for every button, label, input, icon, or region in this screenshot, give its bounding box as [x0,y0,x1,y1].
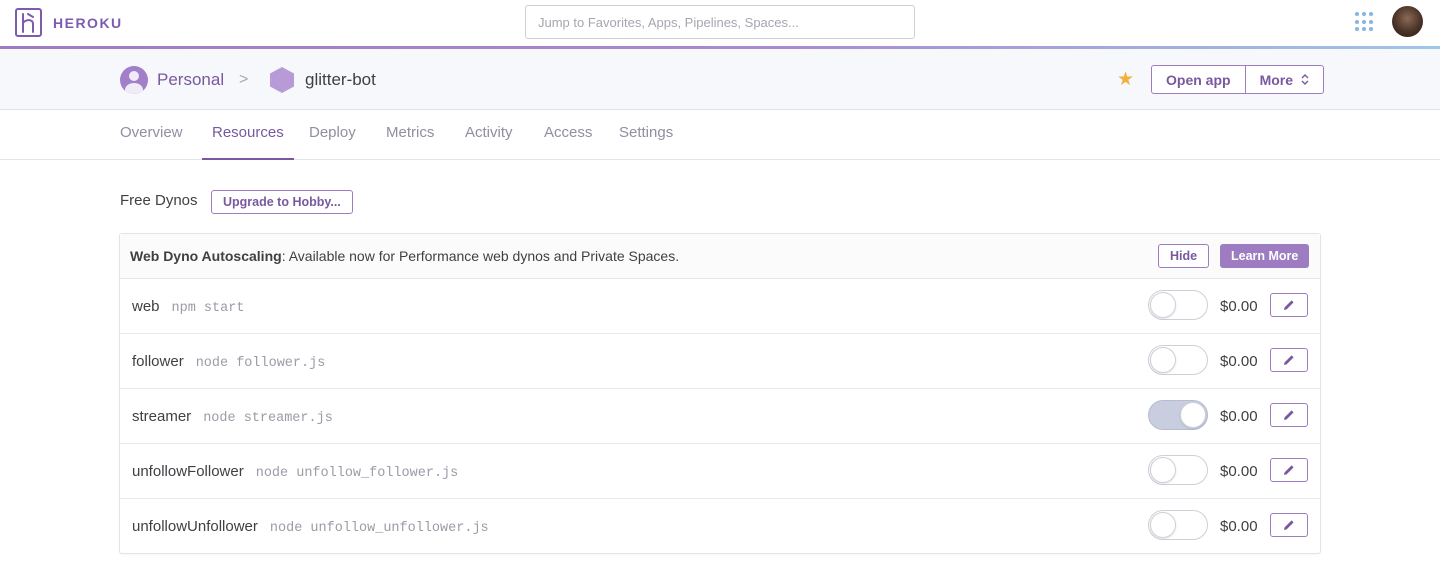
user-avatar[interactable] [1392,6,1423,37]
pencil-icon [1284,465,1294,475]
toggle-knob [1180,402,1206,428]
dyno-row: follower node follower.js $0.00 [120,334,1320,389]
app-hexagon-icon [270,66,294,93]
banner-title: Web Dyno Autoscaling [130,248,282,264]
learn-more-button[interactable]: Learn More [1220,244,1310,268]
search-input[interactable] [525,5,915,39]
toggle-knob [1150,347,1176,373]
dyno-panel: Web Dyno Autoscaling: Available now for … [119,233,1321,554]
dyno-row: unfollowUnfollower node unfollow_unfollow… [120,499,1320,554]
app-tabs: Overview Resources Deploy Metrics Activi… [0,110,1440,160]
pencil-icon [1284,520,1294,530]
pencil-icon [1284,300,1294,310]
favorite-star-icon[interactable]: ★ [1117,68,1134,91]
toggle-knob [1150,292,1176,318]
heroku-wordmark: HEROKU [53,14,123,31]
process-command: npm start [171,301,245,316]
dyno-price: $0.00 [1220,408,1258,425]
chevron-updown-icon [1301,74,1309,85]
autoscaling-banner: Web Dyno Autoscaling: Available now for … [120,234,1320,279]
tab-deploy[interactable]: Deploy [309,110,356,160]
apps-grid-icon[interactable] [1355,12,1375,32]
dyno-toggle[interactable] [1148,345,1208,375]
edit-button[interactable] [1270,293,1308,317]
banner-text: Web Dyno Autoscaling: Available now for … [130,248,679,264]
dyno-toggle[interactable] [1148,455,1208,485]
open-app-button[interactable]: Open app [1152,66,1245,93]
dyno-type-label: Free Dynos [120,192,198,209]
dyno-price: $0.00 [1220,353,1258,370]
process-command: node follower.js [195,356,326,371]
edit-button[interactable] [1270,348,1308,372]
heroku-logo-icon [15,8,42,37]
dyno-price: $0.00 [1220,298,1258,315]
process-name: unfollowFollower [132,463,244,480]
tab-metrics[interactable]: Metrics [386,110,434,160]
toggle-knob [1150,457,1176,483]
process-command: node streamer.js [203,411,333,426]
pencil-icon [1284,410,1294,420]
breadcrumb-owner-label: Personal [157,69,225,89]
tab-activity[interactable]: Activity [465,110,513,160]
dyno-price: $0.00 [1220,518,1258,535]
breadcrumb-owner[interactable]: Personal [120,49,224,110]
dyno-row: streamer node streamer.js $0.00 [120,389,1320,444]
breadcrumb-app: glitter-bot [269,49,376,110]
edit-button[interactable] [1270,513,1308,537]
upgrade-button[interactable]: Upgrade to Hobby... [211,190,353,214]
person-icon [120,65,148,94]
edit-button[interactable] [1270,403,1308,427]
tab-overview[interactable]: Overview [120,110,183,160]
heroku-logo[interactable]: HEROKU [15,8,123,37]
top-navbar: HEROKU [0,0,1440,46]
dyno-toggle[interactable] [1148,510,1208,540]
process-command: node unfollow_follower.js [255,466,459,481]
process-name: web [132,298,160,315]
tab-settings[interactable]: Settings [619,110,673,160]
chevron-right-icon: > [239,70,249,88]
hide-button[interactable]: Hide [1158,244,1210,268]
tab-resources[interactable]: Resources [202,110,294,160]
more-button[interactable]: More [1244,66,1323,93]
process-name: follower [132,353,184,370]
process-name: unfollowUnfollower [132,518,258,535]
dyno-row: unfollowFollower node unfollow_follower.j… [120,444,1320,499]
app-name: glitter-bot [305,69,376,89]
pencil-icon [1284,355,1294,365]
toggle-knob [1150,512,1176,538]
edit-button[interactable] [1270,458,1308,482]
app-actions-group: Open app More [1151,65,1325,94]
dyno-toggle[interactable] [1148,400,1208,430]
dyno-price: $0.00 [1220,463,1258,480]
dyno-toggle[interactable] [1148,290,1208,320]
more-label: More [1259,71,1294,88]
process-command: node unfollow_unfollower.js [269,521,489,536]
dyno-row: web npm start $0.00 [120,279,1320,334]
tab-access[interactable]: Access [544,110,592,160]
banner-message: : Available now for Performance web dyno… [281,248,680,264]
process-name: streamer [132,408,192,425]
